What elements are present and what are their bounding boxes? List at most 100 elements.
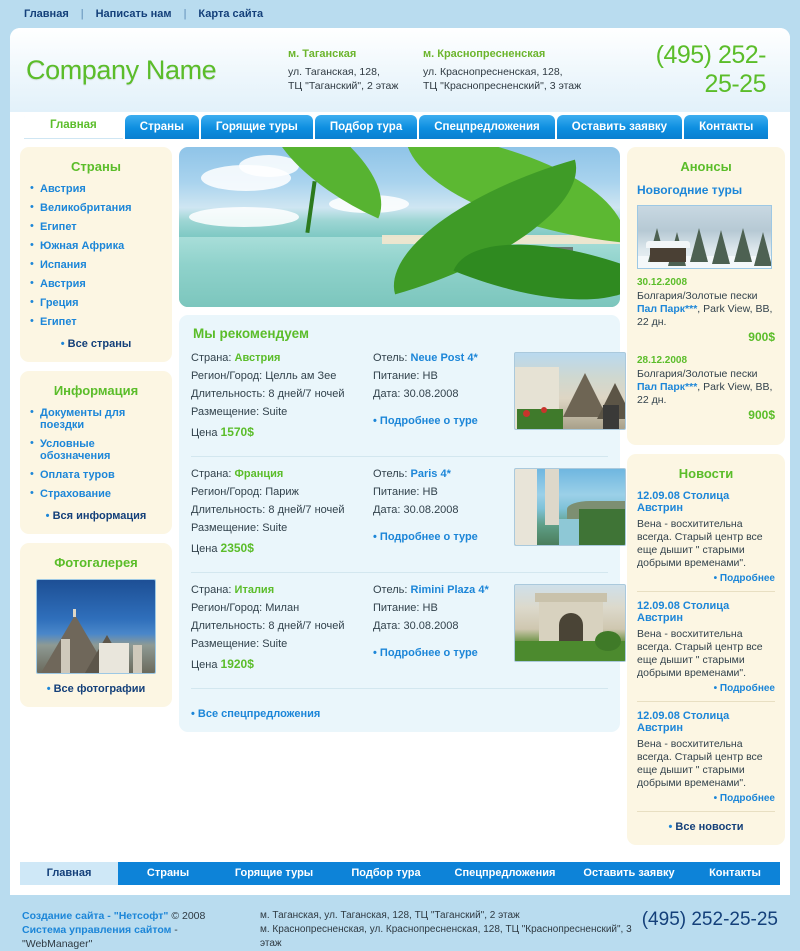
all-information-link[interactable]: Вся информация [46, 510, 147, 522]
list-item[interactable]: Документы для поездки [30, 406, 162, 431]
footer-nav-special-offers[interactable]: Спецпредложения [442, 862, 568, 885]
topnav-item-contact[interactable]: Написать нам [96, 8, 172, 20]
news-headline[interactable]: 12.09.08 Столица Австрин [637, 490, 775, 514]
tour-price-row: Цена 1570$ [191, 426, 373, 440]
tour-thumbnail-image[interactable] [514, 468, 626, 546]
country-link-egypt[interactable]: Египет [40, 221, 77, 233]
label-duration: Длительность: [191, 504, 266, 516]
footer-nav-home[interactable]: Главная [20, 862, 118, 885]
decorative-shape [73, 609, 76, 617]
tour-details-link-row: Подробнее о туре [373, 531, 508, 544]
decorative-shape [646, 241, 690, 248]
tour-details-right: Отель: Neue Post 4* Питание: HB Дата: 30… [373, 352, 508, 445]
tab-hot-tours[interactable]: Горящие туры [200, 115, 313, 139]
list-item[interactable]: Австрия [30, 277, 162, 290]
footer-nav-tour-finder[interactable]: Подбор тура [330, 862, 442, 885]
list-item[interactable]: Южная Африка [30, 239, 162, 252]
tab-submit-request[interactable]: Оставить заявку [556, 115, 683, 139]
tour-meals-value: HB [422, 602, 438, 614]
list-item[interactable]: Испания [30, 258, 162, 271]
tour-thumbnail-image[interactable] [514, 352, 626, 430]
announcements-subtitle[interactable]: Новогодние туры [637, 183, 775, 197]
list-item[interactable]: Австрия [30, 182, 162, 195]
country-link-austria-2[interactable]: Австрия [40, 278, 86, 290]
news-item: 12.09.08 Столица Австрин Вена - восхитит… [637, 600, 775, 702]
label-region: Регион/Город: [191, 370, 263, 382]
tour-country-row: Страна: Австрия [191, 352, 373, 365]
country-link-greece[interactable]: Греция [40, 297, 79, 309]
info-link-insurance[interactable]: Страхование [40, 488, 111, 500]
tour-country-value: Франция [234, 468, 284, 480]
footer-nav-contacts[interactable]: Контакты [690, 862, 780, 885]
tab-contacts[interactable]: Контакты [684, 115, 769, 139]
list-item[interactable]: Страхование [30, 487, 162, 500]
country-link-uk[interactable]: Великобритания [40, 202, 132, 214]
list-item[interactable]: Египет [30, 220, 162, 233]
tour-hotel-row: Отель: Rimini Plaza 4* [373, 584, 508, 597]
tour-details-link[interactable]: Подробнее о туре [373, 531, 478, 543]
tour-thumbnail-image[interactable] [514, 584, 626, 662]
tab-tour-finder[interactable]: Подбор тура [314, 115, 418, 139]
all-information-item[interactable]: Вся информация [30, 510, 162, 522]
tour-hotel-value[interactable]: Neue Post 4* [411, 352, 478, 364]
info-link-documents[interactable]: Документы для поездки [40, 407, 125, 431]
list-item[interactable]: Египет [30, 315, 162, 328]
list-item[interactable]: Оплата туров [30, 468, 162, 481]
tour-price-value: 1920$ [220, 657, 254, 671]
country-link-egypt-2[interactable]: Египет [40, 316, 77, 328]
footer-nav-countries[interactable]: Страны [118, 862, 218, 885]
tour-details-link[interactable]: Подробнее о туре [373, 647, 478, 659]
label-region: Регион/Город: [191, 602, 263, 614]
tab-special-offers[interactable]: Спецпредложения [419, 115, 555, 139]
tour-hotel-value[interactable]: Paris 4* [411, 468, 451, 480]
news-body: Вена - восхитительна всегда. Старый цент… [637, 518, 763, 569]
footer-nav-hot-tours[interactable]: Горящие туры [218, 862, 330, 885]
recommendations-panel: Мы рекомендуем Страна: Австрия Регион/Го… [179, 315, 626, 732]
all-specials-row: Все спецпредложения [191, 700, 608, 720]
announcement-hotel-link[interactable]: Пал Парк*** [637, 381, 697, 393]
tour-hotel-value[interactable]: Rimini Plaza 4* [411, 584, 489, 596]
info-link-payment[interactable]: Оплата туров [40, 469, 115, 481]
all-specials-link[interactable]: Все спецпредложения [191, 708, 320, 720]
country-link-austria[interactable]: Австрия [40, 183, 86, 195]
announcement-image-winter-forest[interactable] [637, 205, 772, 269]
all-countries-link[interactable]: Все страны [61, 338, 132, 350]
list-item[interactable]: Великобритания [30, 201, 162, 214]
footer-credit-link-netsoft[interactable]: Создание сайта - "Нетсофт" [22, 910, 168, 922]
news-body: Вена - восхитительна всегда. Старый цент… [637, 628, 763, 679]
topnav-item-sitemap[interactable]: Карта сайта [198, 8, 263, 20]
tour-date-row: Дата: 30.08.2008 [373, 620, 508, 633]
recommendations-title: Мы рекомендуем [193, 326, 309, 341]
country-link-spain[interactable]: Испания [40, 259, 87, 271]
news-headline[interactable]: 12.09.08 Столица Австрин [637, 710, 775, 734]
country-link-south-africa[interactable]: Южная Африка [40, 240, 124, 252]
all-photos-link[interactable]: Все фотографии [47, 683, 146, 695]
info-link-symbols[interactable]: Условные обозначения [40, 438, 110, 462]
news-more-link[interactable]: Подробнее [714, 793, 775, 804]
footer-credit-link-webmanager[interactable]: Система управления сайтом [22, 924, 171, 936]
label-hotel: Отель: [373, 468, 408, 480]
tab-home[interactable]: Главная [24, 112, 123, 139]
all-countries-item[interactable]: Все страны [30, 338, 162, 350]
news-headline[interactable]: 12.09.08 Столица Австрин [637, 600, 775, 624]
announcement-date: 28.12.2008 [637, 355, 688, 366]
tour-duration-value: 8 дней/7 ночей [268, 620, 345, 632]
tour-region-value: Милан [265, 602, 300, 614]
decorative-shape [515, 469, 537, 545]
tab-countries[interactable]: Страны [124, 115, 199, 139]
topnav-item-home[interactable]: Главная [24, 8, 69, 20]
list-item[interactable]: Греция [30, 296, 162, 309]
footer-nav-submit-request[interactable]: Оставить заявку [568, 862, 690, 885]
gallery-thumbnail-trulli[interactable] [36, 579, 156, 674]
news-more-link[interactable]: Подробнее [714, 573, 775, 584]
tour-date-value: 30.08.2008 [403, 620, 459, 632]
tour-details-link[interactable]: Подробнее о туре [373, 415, 478, 427]
announcement-hotel-link[interactable]: Пал Парк*** [637, 303, 697, 315]
all-news-link[interactable]: Все новости [669, 821, 744, 833]
information-list: Документы для поездки Условные обозначен… [30, 406, 162, 522]
label-date: Дата: [373, 620, 401, 632]
news-more-link[interactable]: Подробнее [714, 683, 775, 694]
list-item[interactable]: Условные обозначения [30, 437, 162, 462]
site-logo[interactable]: Company Name [26, 55, 288, 86]
tour-meals-value: HB [422, 486, 438, 498]
